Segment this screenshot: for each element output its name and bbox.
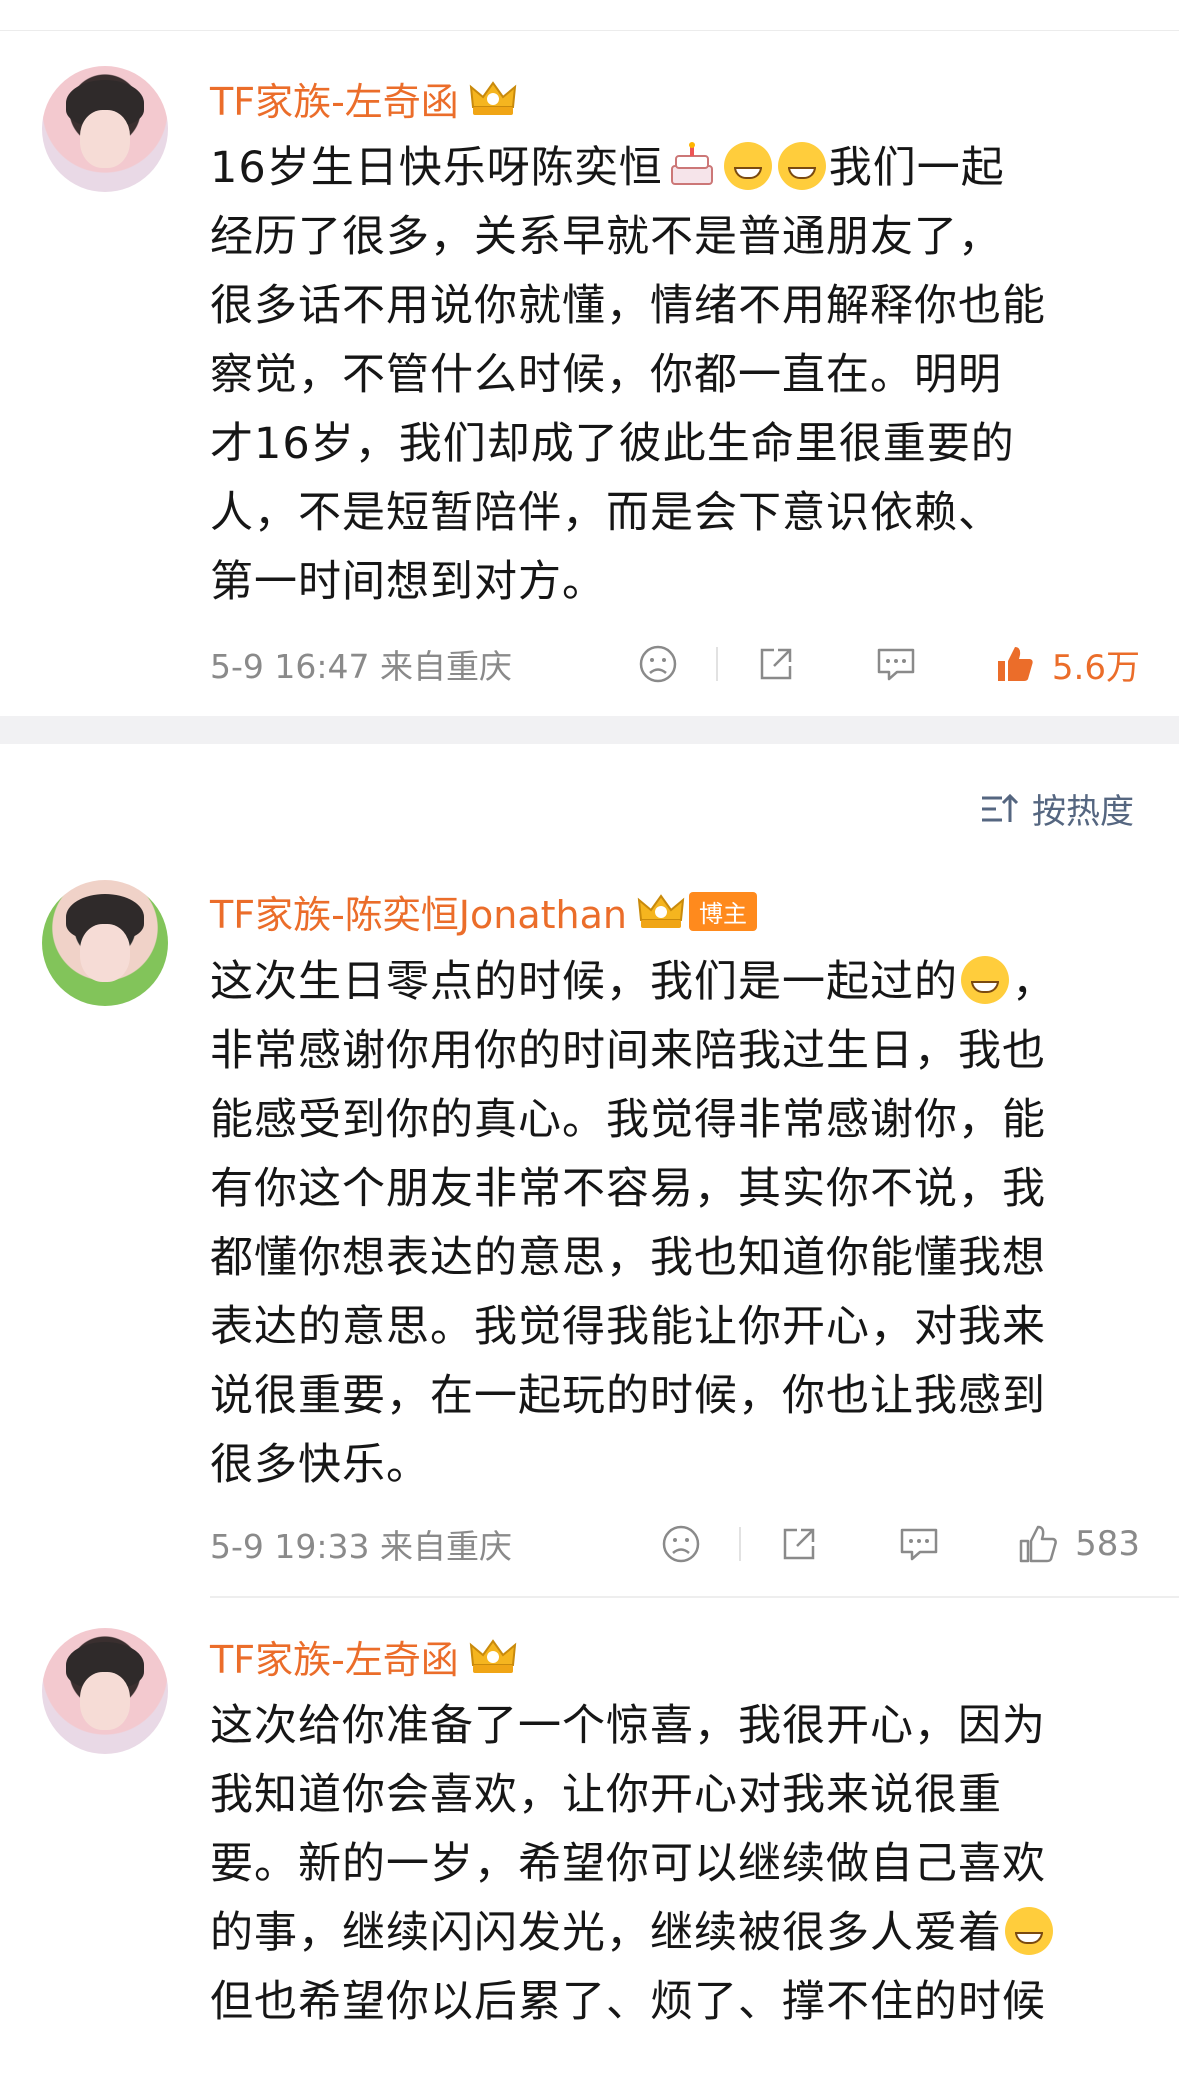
comment-text: 这次生日零点的时候，我们是一起过的， 非常感谢你用你的时间来陪我过生日，我也 能…: [210, 948, 1130, 1500]
dislike-icon[interactable]: [636, 642, 680, 686]
timestamp-location: 5-9 19:33 来自重庆: [210, 1527, 512, 1566]
grin-emoji-icon: [723, 142, 772, 190]
comment-actions: 583: [659, 1522, 1140, 1566]
crown-icon: [637, 894, 685, 928]
comment-text-part: 16岁生日快乐呀陈奕恒: [210, 143, 663, 193]
username[interactable]: TF家族-陈奕恒Jonathan: [210, 884, 627, 939]
username[interactable]: TF家族-左奇函: [210, 71, 459, 126]
like-count: 5.6万: [1051, 647, 1140, 688]
like-count: 583: [1075, 1524, 1140, 1564]
crown-icon: [469, 81, 517, 115]
grin-emoji-icon: [777, 142, 826, 190]
comment-text-part: ， 非常感谢你用你的时间来陪我过生日，我也 能感受到你的真心。我觉得非常感谢你，…: [210, 957, 1056, 1490]
crown-icon: [469, 1639, 517, 1673]
grin-emoji-icon: [1005, 1907, 1053, 1955]
comment-meta-row: 5-9 16:47 来自重庆 5.6万: [210, 636, 1140, 692]
like-button[interactable]: 583: [1017, 1523, 1140, 1565]
comment-text-part: 这次给你准备了一个惊喜，我很开心，因为 我知道你会喜欢，让你开心对我来说很重 要…: [210, 1701, 1046, 1958]
comment-text: 这次给你准备了一个惊喜，我很开心，因为 我知道你会喜欢，让你开心对我来说很重 要…: [210, 1692, 1130, 2037]
author-badge: 博主: [688, 891, 757, 931]
avatar[interactable]: [42, 66, 168, 192]
avatar-face: [80, 110, 130, 168]
dislike-icon[interactable]: [659, 1522, 703, 1566]
comment-icon[interactable]: [897, 1522, 941, 1566]
birthday-cake-icon: [666, 142, 718, 190]
sort-icon: [982, 793, 1019, 822]
comment-text-part: 但也希望你以后累了、烦了、撑不住的时候: [210, 1977, 1046, 2027]
action-separator: [739, 1527, 742, 1561]
like-button[interactable]: 5.6万: [994, 640, 1140, 689]
sort-toggle[interactable]: 按热度: [980, 784, 1134, 833]
username[interactable]: TF家族-左奇函: [210, 1629, 459, 1684]
share-icon[interactable]: [777, 1522, 821, 1566]
name-row: TF家族-左奇函: [210, 1628, 519, 1684]
sort-label: 按热度: [1032, 792, 1134, 832]
name-row: TF家族-陈奕恒Jonathan 博主: [210, 883, 757, 939]
timestamp-location: 5-9 16:47 来自重庆: [210, 647, 512, 686]
comment-text-part: 这次生日零点的时候，我们是一起过的: [210, 957, 958, 1007]
section-divider: [0, 716, 1179, 744]
grin-emoji-icon: [961, 956, 1009, 1004]
comment-icon[interactable]: [874, 642, 918, 686]
name-row: TF家族-左奇函: [210, 70, 519, 126]
share-icon[interactable]: [754, 642, 798, 686]
comment-text: 16岁生日快乐呀陈奕恒 我们一起 经历了很多，关系早就不是普通朋友了， 很多话不用…: [210, 134, 1130, 617]
comment-separator: [210, 1596, 1179, 1598]
comment-meta-row: 5-9 19:33 来自重庆 583: [210, 1516, 1140, 1572]
avatar[interactable]: [42, 880, 168, 1006]
avatar[interactable]: [42, 1628, 168, 1754]
avatar-face: [80, 1672, 130, 1730]
like-icon: [1019, 1525, 1057, 1563]
like-icon: [997, 647, 1033, 681]
comment-text-part: 我们一起 经历了很多，关系早就不是普通朋友了， 很多话不用说你就懂，情绪不用解释…: [210, 143, 1046, 607]
comment-actions: 5.6万: [636, 640, 1140, 689]
action-separator: [715, 647, 718, 681]
avatar-face: [80, 924, 130, 982]
top-divider: [0, 30, 1179, 31]
